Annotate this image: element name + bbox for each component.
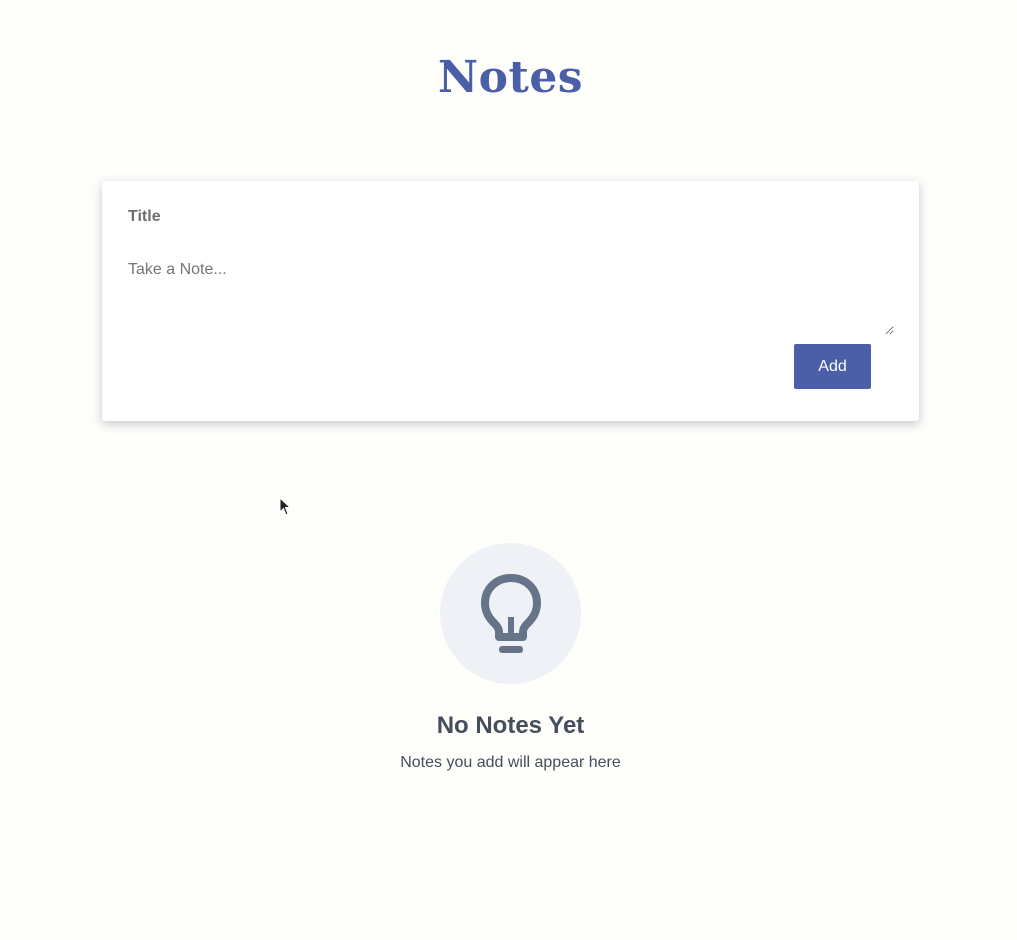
title-input[interactable] (128, 203, 888, 231)
empty-state: No Notes Yet Notes you add will appear h… (0, 543, 1017, 772)
notes-page: Notes Add No Notes Yet Notes you add wil… (0, 0, 1017, 940)
lightbulb-icon (481, 574, 541, 653)
app-title: Notes (437, 52, 584, 103)
add-button[interactable]: Add (794, 344, 871, 389)
empty-state-subtext: Notes you add will appear here (400, 754, 621, 771)
empty-state-heading: No Notes Yet (436, 712, 585, 739)
mouse-cursor-icon (279, 497, 291, 516)
note-form: Add (102, 181, 919, 421)
empty-state-icon-circle (440, 543, 581, 684)
note-textarea[interactable] (128, 261, 894, 335)
